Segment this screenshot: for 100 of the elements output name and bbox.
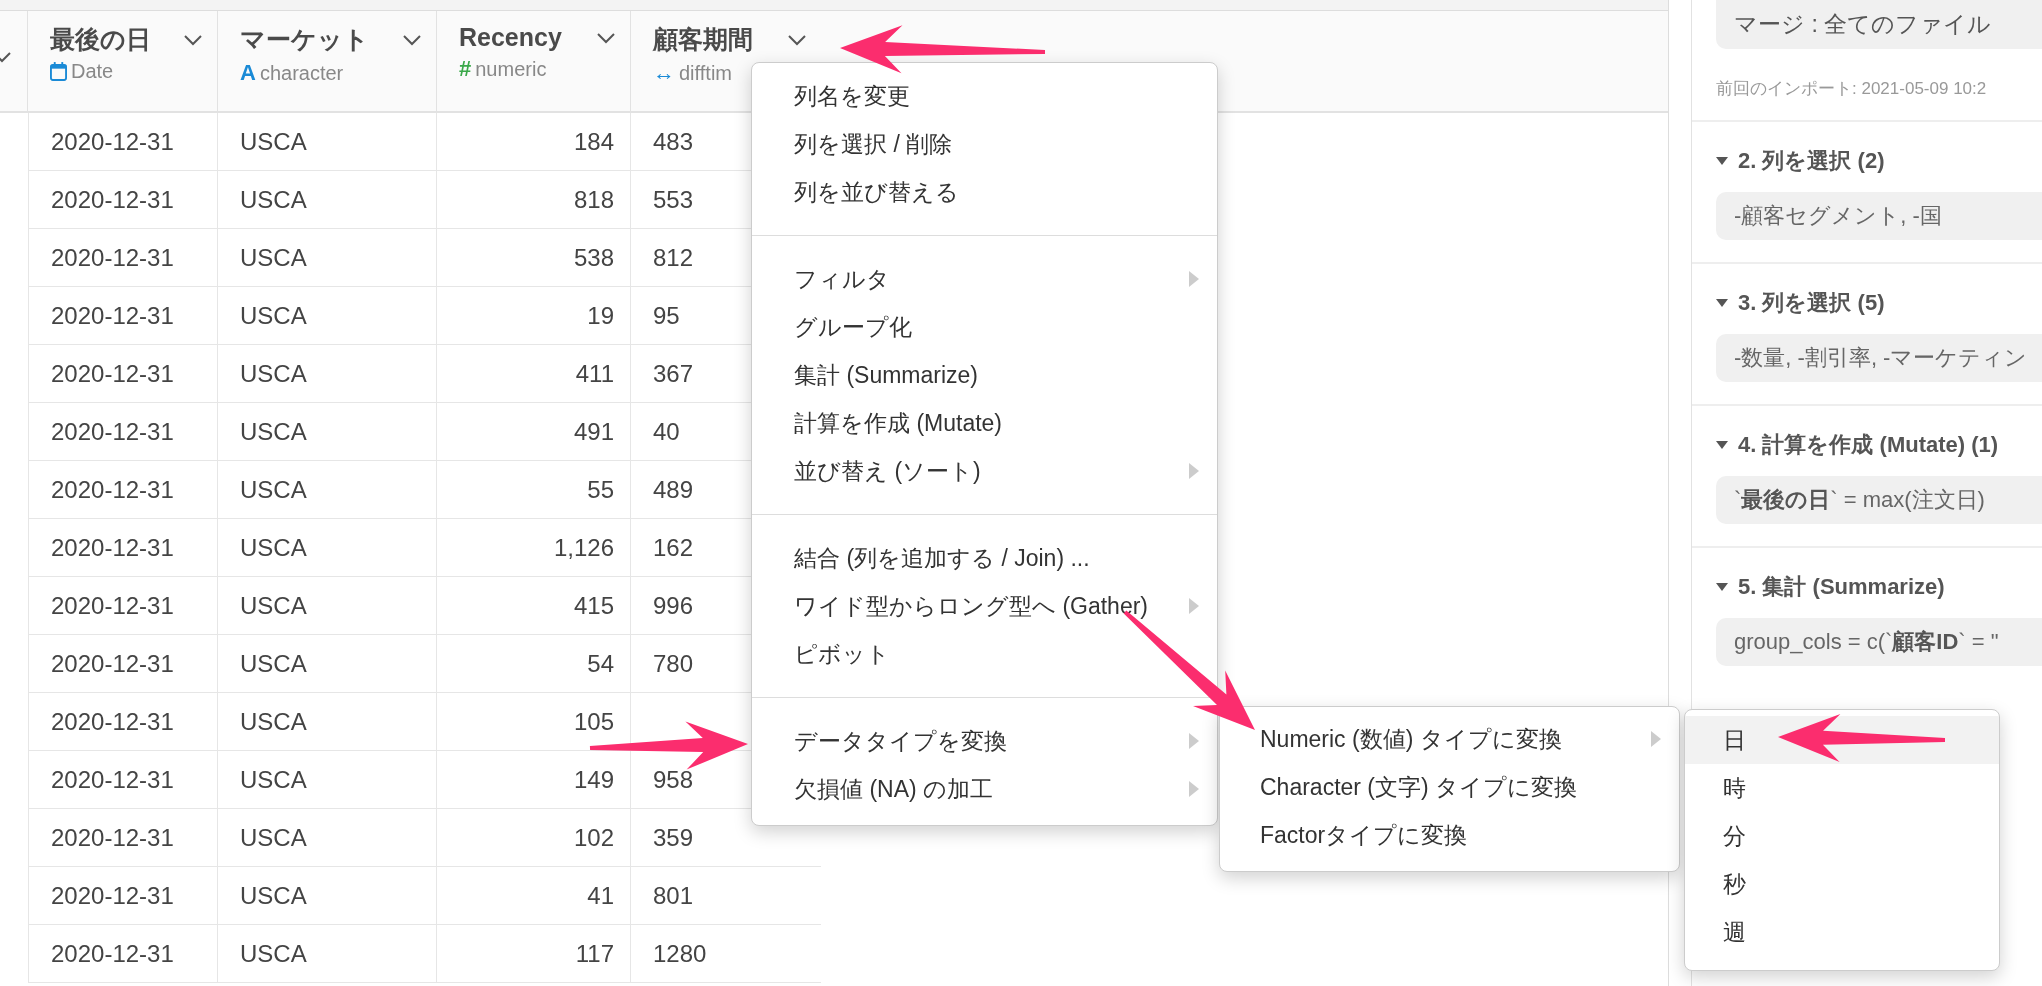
table-cell: 55 bbox=[587, 475, 614, 504]
table-cell: USCA bbox=[240, 127, 307, 156]
column-type: character bbox=[259, 61, 344, 85]
table-cell: USCA bbox=[240, 939, 307, 968]
step-summary[interactable]: -数量, -割引率, -マーケティン bbox=[1716, 334, 2042, 382]
table-cell: 2020-12-31 bbox=[51, 939, 174, 968]
submenu-arrow-icon bbox=[1189, 733, 1199, 749]
table-cell: USCA bbox=[240, 533, 307, 562]
table-cell: 117 bbox=[575, 939, 614, 968]
column-type: Date bbox=[71, 60, 114, 83]
table-cell: 2020-12-31 bbox=[51, 185, 174, 214]
type-glyph: A bbox=[240, 60, 256, 86]
table-cell: USCA bbox=[240, 707, 307, 736]
step-title[interactable]: 4. 計算を作成 (Mutate) (1) bbox=[1738, 430, 1999, 460]
table-cell: 812 bbox=[653, 243, 694, 272]
table-cell: USCA bbox=[240, 475, 307, 504]
submenu-arrow-icon bbox=[1189, 463, 1199, 479]
menu-item[interactable]: 列を並び替える bbox=[752, 168, 1217, 216]
table-cell: 780 bbox=[653, 649, 694, 678]
table-cell: 2020-12-31 bbox=[51, 533, 174, 562]
column-type: numeric bbox=[475, 57, 547, 81]
step-title[interactable]: 2. 列を選択 (2) bbox=[1738, 146, 1885, 176]
submenu-arrow-icon bbox=[1651, 731, 1661, 747]
menu-item[interactable]: 秒 bbox=[1685, 860, 1999, 908]
table-cell: USCA bbox=[240, 881, 307, 910]
menu-item[interactable]: 分 bbox=[1685, 812, 1999, 860]
column-type: difftim bbox=[679, 61, 732, 85]
menu-item[interactable]: Factorタイプに変換 bbox=[1220, 811, 1679, 859]
triangle-down-icon[interactable] bbox=[1716, 581, 1728, 593]
menu-item[interactable]: Character (文字) タイプに変換 bbox=[1220, 763, 1679, 811]
table-cell: 415 bbox=[573, 591, 614, 620]
table-cell: 996 bbox=[653, 591, 694, 620]
step-title[interactable]: 3. 列を選択 (5) bbox=[1738, 288, 1885, 318]
table-cell: 367 bbox=[653, 359, 694, 388]
table-cell: 2020-12-31 bbox=[51, 765, 174, 794]
table-cell: 19 bbox=[587, 301, 614, 330]
table-cell: 40 bbox=[653, 417, 680, 446]
step-summary[interactable]: `最後の日` = max(注文日) bbox=[1716, 476, 2042, 524]
table-cell: 149 bbox=[573, 765, 614, 794]
menu-item[interactable]: 集計 (Summarize) bbox=[752, 351, 1217, 399]
table-cell: 2020-12-31 bbox=[51, 475, 174, 504]
type-glyph: # bbox=[459, 56, 472, 82]
menu-item[interactable]: グループ化 bbox=[752, 303, 1217, 351]
column-header[interactable]: Recency # numeric bbox=[437, 11, 631, 111]
table-cell: USCA bbox=[240, 243, 307, 272]
table-cell: 2020-12-31 bbox=[51, 823, 174, 852]
menu-item[interactable]: 列名を変更 bbox=[752, 72, 1217, 120]
table-cell: USCA bbox=[240, 359, 307, 388]
column-name: 顧客期間 bbox=[653, 24, 753, 55]
menu-item[interactable]: ワイド型からロング型へ (Gather) bbox=[752, 582, 1217, 630]
menu-item[interactable]: 並び替え (ソート) bbox=[752, 447, 1217, 495]
step-title[interactable]: 5. 集計 (Summarize) bbox=[1738, 572, 1945, 602]
menu-item[interactable]: 結合 (列を追加する / Join) ... bbox=[752, 534, 1217, 582]
menu-item[interactable]: データタイプを変換 bbox=[752, 717, 1217, 765]
triangle-down-icon[interactable] bbox=[1716, 297, 1728, 309]
table-cell: 2020-12-31 bbox=[51, 417, 174, 446]
source-step[interactable]: マージ : 全てのファイル bbox=[1716, 0, 2042, 49]
column-name: マーケット bbox=[240, 24, 369, 55]
table-cell: 1,126 bbox=[553, 533, 614, 562]
step-summary[interactable]: -顧客セグメント, -国 bbox=[1716, 192, 2042, 240]
menu-item[interactable]: 列を選択 / 削除 bbox=[752, 120, 1217, 168]
table-cell: 483 bbox=[653, 127, 694, 156]
table-cell: 162 bbox=[653, 533, 694, 562]
table-cell: 2020-12-31 bbox=[51, 359, 174, 388]
menu-item[interactable]: 週 bbox=[1685, 908, 1999, 956]
menu-item[interactable]: 時 bbox=[1685, 764, 1999, 812]
table-cell: 105 bbox=[573, 707, 614, 736]
table-cell: 102 bbox=[573, 823, 614, 852]
table-cell: 538 bbox=[573, 243, 614, 272]
table-cell: 2020-12-31 bbox=[51, 707, 174, 736]
last-import-text: 前回のインポート: 2021-05-09 10:2 bbox=[1716, 78, 1988, 100]
triangle-down-icon[interactable] bbox=[1716, 439, 1728, 451]
submenu-arrow-icon bbox=[1189, 781, 1199, 797]
table-cell: 41 bbox=[587, 881, 614, 910]
table-cell: 1280 bbox=[653, 939, 707, 968]
table-cell: 491 bbox=[573, 417, 614, 446]
column-header[interactable]: 最後の日 Date bbox=[28, 11, 218, 111]
table-cell: USCA bbox=[240, 823, 307, 852]
column-header[interactable]: マーケット A character bbox=[218, 11, 437, 111]
triangle-down-icon[interactable] bbox=[1716, 155, 1728, 167]
menu-item[interactable]: 欠損値 (NA) の加工 bbox=[752, 765, 1217, 813]
table-cell: USCA bbox=[240, 417, 307, 446]
menu-item[interactable]: ピボット bbox=[752, 630, 1217, 678]
menu-item[interactable]: Numeric (数値) タイプに変換 bbox=[1220, 715, 1679, 763]
table-cell: 553 bbox=[653, 185, 694, 214]
menu-item[interactable]: 計算を作成 (Mutate) bbox=[752, 399, 1217, 447]
column-name: Recency bbox=[459, 23, 562, 52]
table-cell: 2020-12-31 bbox=[51, 591, 174, 620]
table-cell: 2020-12-31 bbox=[51, 127, 174, 156]
table-cell: 54 bbox=[587, 649, 614, 678]
table-cell: 2020-12-31 bbox=[51, 881, 174, 910]
table-cell: 958 bbox=[653, 765, 694, 794]
table-cell: USCA bbox=[240, 591, 307, 620]
table-cell: USCA bbox=[240, 301, 307, 330]
table-cell: USCA bbox=[240, 765, 307, 794]
table-cell: 359 bbox=[653, 823, 694, 852]
menu-item[interactable]: フィルタ bbox=[752, 255, 1217, 303]
column-name: 最後の日 bbox=[50, 24, 151, 55]
step-summary[interactable]: group_cols = c(`顧客ID` = " bbox=[1716, 618, 2042, 666]
table-cell: 2020-12-31 bbox=[51, 301, 174, 330]
